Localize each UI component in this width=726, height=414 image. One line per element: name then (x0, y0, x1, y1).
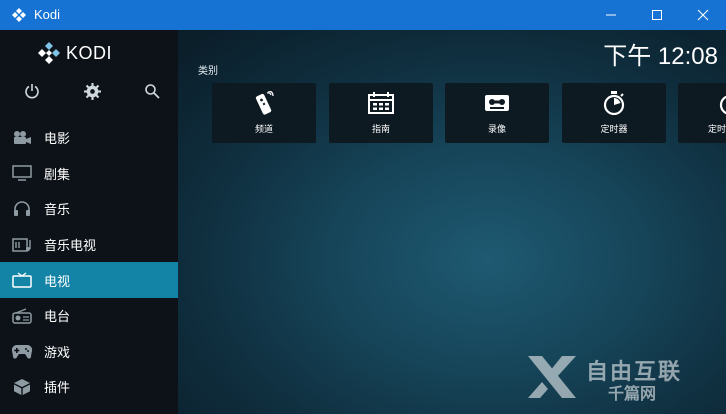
menu-item-music[interactable]: 音乐 (0, 191, 178, 227)
movie-camera-icon (10, 128, 34, 148)
menu-item-label: 电影 (44, 131, 71, 147)
kodi-app-icon (12, 8, 26, 22)
gamepad-icon (10, 341, 34, 361)
minimize-button[interactable] (588, 0, 634, 30)
menu-item-label: 音乐 (44, 202, 71, 218)
guide-icon (329, 91, 433, 115)
clock: 下午 12:08 (603, 43, 718, 70)
main-content: 下午 12:08 类别 频道 指南 录像 定时器 定时 自由互联 千篇网 (178, 30, 726, 414)
section-title: 类别 (198, 66, 218, 77)
tile-label: 定时器 (600, 124, 628, 134)
tile-label: 录像 (487, 124, 506, 134)
menu-item-tv[interactable]: 电视 (0, 262, 178, 298)
music-video-icon (10, 235, 34, 255)
menu-item-games[interactable]: 游戏 (0, 334, 178, 370)
menu-item-music-videos[interactable]: 音乐电视 (0, 227, 178, 263)
main-menu: 电影 剧集 音乐 音乐电视 电视 电台 游戏 插件 (0, 120, 178, 405)
settings-button[interactable] (81, 80, 103, 102)
minimize-icon (606, 14, 616, 16)
logo-text: KODI (66, 42, 113, 63)
tile-timers[interactable]: 定时器 (562, 83, 666, 143)
menu-item-label: 插件 (44, 380, 71, 396)
tile-timers-partial[interactable]: 定时 (678, 83, 726, 143)
menu-item-label: 游戏 (44, 344, 71, 360)
tv-icon (10, 270, 34, 290)
tile-label: 指南 (371, 124, 390, 134)
remote-icon (212, 91, 316, 115)
menu-item-movies[interactable]: 电影 (0, 120, 178, 156)
tile-guide[interactable]: 指南 (329, 83, 433, 143)
menu-item-label: 电视 (44, 273, 71, 289)
headphones-icon (10, 199, 34, 219)
menu-item-radio[interactable]: 电台 (0, 298, 178, 334)
menu-item-label: 剧集 (44, 166, 71, 182)
tile-label: 定时 (708, 124, 726, 134)
menu-item-tv-shows[interactable]: 剧集 (0, 156, 178, 192)
tape-icon (445, 91, 549, 115)
watermark-x-logo (528, 356, 576, 398)
sidebar: KODI 电影 剧集 音乐 音乐电视 电视 电台 游戏 插件 (0, 30, 178, 414)
search-button[interactable] (141, 80, 163, 102)
tile-channels[interactable]: 频道 (212, 83, 316, 143)
power-button[interactable] (21, 80, 43, 102)
title-bar: Kodi (0, 0, 726, 30)
search-icon (145, 84, 160, 99)
radio-icon (10, 306, 34, 326)
timer-icon (562, 91, 666, 115)
gear-icon (83, 82, 101, 100)
menu-item-label: 电台 (44, 309, 71, 325)
menu-item-label: 音乐电视 (44, 238, 97, 254)
maximize-button[interactable] (634, 0, 680, 30)
monitor-icon (10, 163, 34, 183)
power-icon (25, 84, 39, 99)
watermark: 自由互联 千篇网 (526, 352, 716, 404)
close-button[interactable] (680, 0, 726, 30)
timer-icon (678, 91, 726, 115)
watermark-subtext: 千篇网 (608, 386, 657, 403)
kodi-logo[interactable]: KODI (38, 42, 112, 64)
window-title: Kodi (34, 7, 61, 22)
box-icon (10, 377, 34, 397)
menu-item-addons[interactable]: 插件 (0, 369, 178, 405)
tile-label: 频道 (254, 124, 273, 134)
maximize-icon (652, 10, 662, 20)
kodi-logo-icon (38, 42, 60, 64)
close-icon (697, 9, 709, 21)
tile-recordings[interactable]: 录像 (445, 83, 549, 143)
